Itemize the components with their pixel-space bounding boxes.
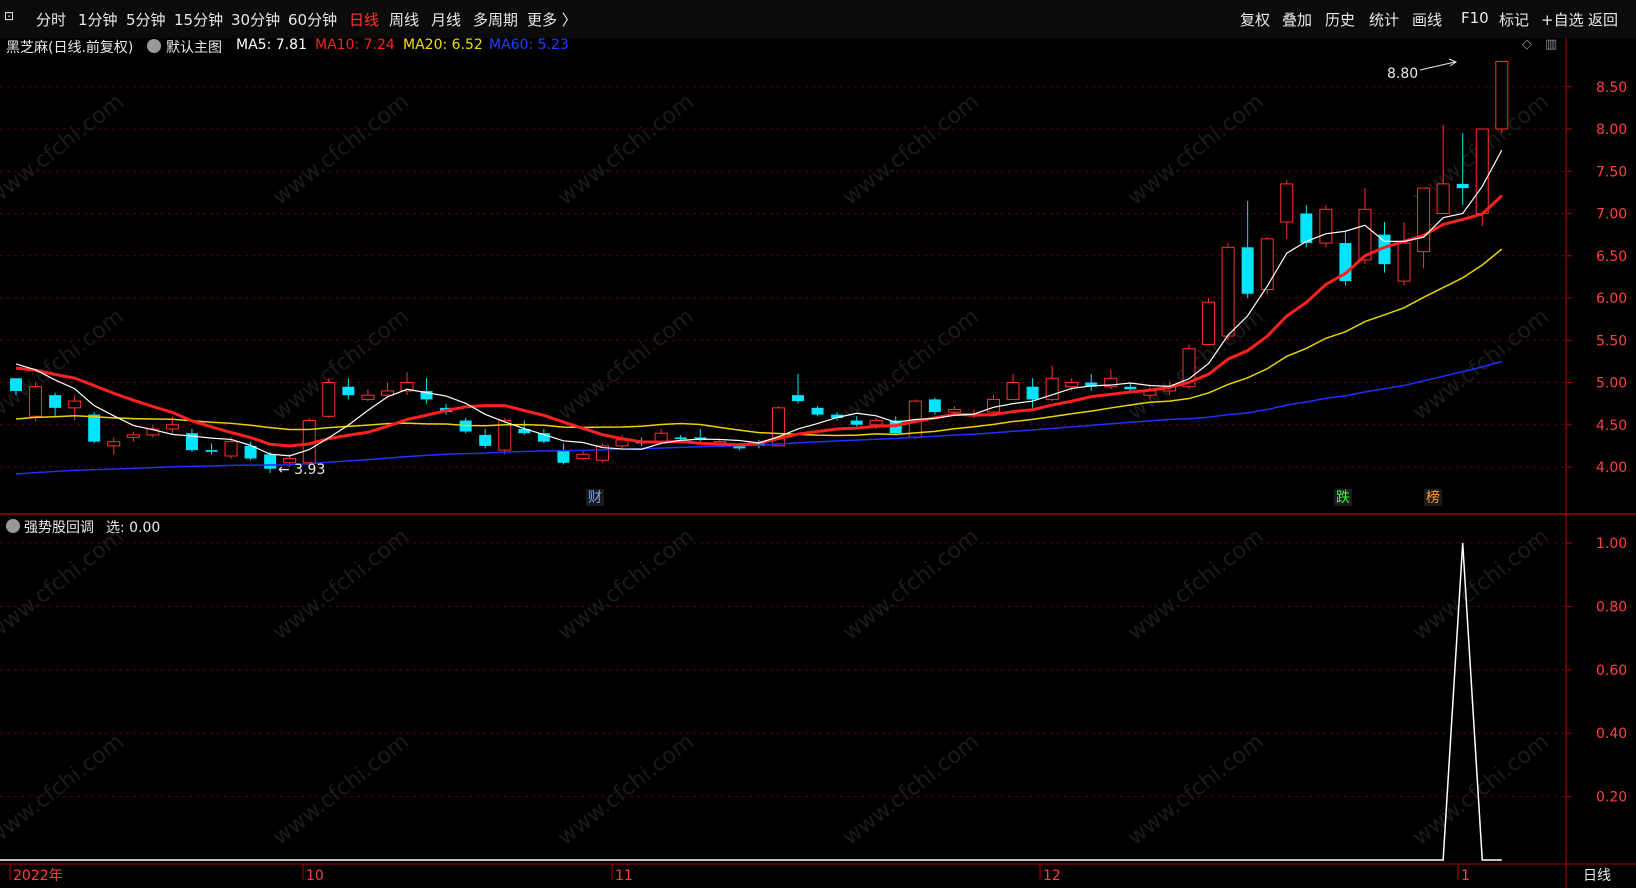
watermark: www.cfchi.com (838, 524, 983, 645)
candle-body (557, 450, 570, 463)
candle-body (68, 400, 82, 409)
price-tick-label: 4.50 (1596, 418, 1627, 434)
high-arrow-icon (1419, 58, 1458, 71)
watermark: www.cfchi.com (1123, 524, 1268, 645)
candle-body (1319, 208, 1333, 244)
price-tick-label: 7.50 (1596, 164, 1627, 180)
watermark: www.cfchi.com (553, 89, 698, 210)
event-marker-2: 榜 (1426, 489, 1440, 506)
candle-body (674, 437, 687, 440)
price-tick-label: 6.50 (1596, 249, 1627, 265)
price-tick-label: 7.00 (1596, 207, 1627, 223)
candle-body (126, 434, 140, 438)
candle-body (342, 386, 355, 396)
candle-body (811, 407, 824, 415)
candle-body (1221, 246, 1235, 337)
watermark: www.cfchi.com (268, 304, 413, 425)
period-label: 日线 (1583, 868, 1611, 884)
watermark: www.cfchi.com (0, 729, 129, 850)
indicator-tick-label: 0.60 (1596, 663, 1627, 679)
indicator-tick-label: 0.20 (1596, 790, 1627, 806)
watermark: www.cfchi.com (838, 729, 983, 850)
ma10-line (15, 194, 1503, 448)
candle-body (987, 398, 1000, 413)
watermark: www.cfchi.com (0, 89, 129, 210)
indicator-tick-label: 1.00 (1596, 536, 1627, 552)
watermark: www.cfchi.com (553, 524, 698, 645)
candle-body (850, 420, 863, 425)
candle-body (107, 441, 121, 447)
candle-body (1397, 242, 1411, 282)
watermark: www.cfchi.com (553, 729, 698, 850)
candle-body (792, 395, 804, 402)
candle-body (479, 434, 492, 446)
candle-body (224, 441, 238, 457)
watermark: www.cfchi.com (268, 524, 413, 645)
candle-body (869, 420, 883, 426)
watermark: www.cfchi.com (838, 89, 983, 210)
candle-body (1202, 301, 1216, 345)
ma5-line (15, 149, 1503, 457)
candle-body (1065, 382, 1079, 388)
candle-body (1124, 386, 1137, 390)
candle-body (361, 394, 375, 400)
date-label: 10 (306, 868, 324, 884)
candle-body (88, 414, 101, 442)
candle-body (1495, 60, 1509, 130)
candle-body (29, 386, 43, 417)
watermark: www.cfchi.com (1123, 729, 1268, 850)
candle-body (928, 399, 941, 413)
candle-body (947, 409, 961, 413)
watermark: www.cfchi.com (553, 304, 698, 425)
candle-body (1260, 238, 1274, 291)
watermark: www.cfchi.com (1408, 304, 1553, 425)
date-label: 11 (615, 868, 633, 884)
candle-body (322, 382, 336, 417)
candle-body (1475, 128, 1489, 214)
indicator-line (0, 542, 1502, 861)
date-label: 2022年 (13, 868, 63, 884)
candle-body (1456, 183, 1469, 189)
candle-body (205, 450, 218, 452)
watermark: www.cfchi.com (1123, 89, 1268, 210)
watermark: www.cfchi.com (0, 524, 129, 645)
price-tick-label: 8.50 (1596, 80, 1627, 96)
candle-body (1300, 213, 1313, 244)
candle-body (49, 395, 62, 408)
watermark: www.cfchi.com (1123, 304, 1268, 425)
watermark: www.cfchi.com (1408, 524, 1553, 645)
candle-body (1006, 382, 1020, 400)
candle-body (1280, 183, 1294, 223)
candle-body (10, 378, 22, 391)
kline-chart[interactable]: 8.50 8.00 7.50 7.00 6.50 6.00 5.50 5.00 4.50 4.00… (0, 0, 1636, 888)
candle-body (576, 453, 590, 460)
event-marker-0: 财 (588, 490, 602, 506)
date-label: 1 (1461, 868, 1470, 884)
price-tick-label: 5.50 (1596, 333, 1627, 349)
price-tick-label: 8.00 (1596, 122, 1627, 138)
low-price-label: ← 3.93 (278, 462, 325, 478)
high-price-label: 8.80 (1387, 66, 1418, 82)
watermark: www.cfchi.com (268, 89, 413, 210)
candle-body (1241, 247, 1254, 294)
indicator-tick-label: 0.40 (1596, 726, 1627, 742)
candle-body (654, 432, 668, 443)
event-marker-1: 跌 (1336, 490, 1350, 506)
price-tick-label: 5.00 (1596, 376, 1627, 392)
date-label: 12 (1043, 868, 1061, 884)
price-tick-label: 6.00 (1596, 291, 1627, 307)
ma60-line (15, 360, 1502, 475)
candle-body (1417, 187, 1431, 253)
indicator-tick-label: 0.80 (1596, 599, 1627, 615)
candle-body (1026, 386, 1039, 400)
price-tick-label: 4.00 (1596, 460, 1627, 476)
candle-body (264, 454, 277, 469)
candle-body (1436, 183, 1450, 215)
candle-body (165, 424, 179, 430)
watermark: www.cfchi.com (268, 729, 413, 850)
candle-body (380, 390, 394, 396)
